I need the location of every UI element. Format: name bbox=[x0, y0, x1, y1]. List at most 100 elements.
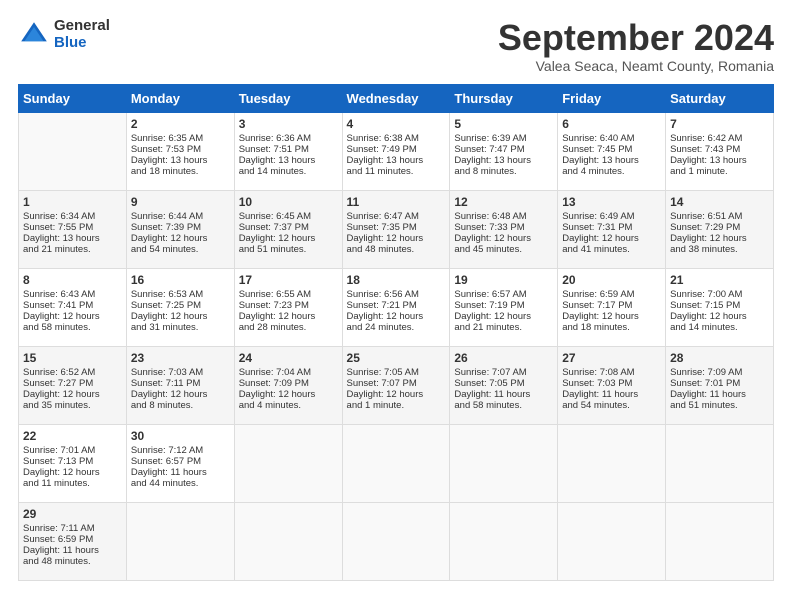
day-info: Sunrise: 7:12 AM bbox=[131, 445, 230, 456]
th-wednesday: Wednesday bbox=[342, 84, 450, 112]
day-info: Sunset: 7:49 PM bbox=[347, 144, 446, 155]
day-info: Sunset: 7:33 PM bbox=[454, 222, 553, 233]
table-row: 30Sunrise: 7:12 AMSunset: 6:57 PMDayligh… bbox=[126, 424, 234, 502]
table-row: 27Sunrise: 7:08 AMSunset: 7:03 PMDayligh… bbox=[558, 346, 666, 424]
th-friday: Friday bbox=[558, 84, 666, 112]
day-info: Daylight: 12 hours bbox=[670, 233, 769, 244]
day-info: and 8 minutes. bbox=[131, 400, 230, 411]
day-info: Sunset: 6:59 PM bbox=[23, 534, 122, 545]
day-number: 23 bbox=[131, 351, 230, 365]
day-info: Daylight: 11 hours bbox=[131, 467, 230, 478]
logo-general-text: General bbox=[54, 18, 110, 35]
day-info: Daylight: 12 hours bbox=[239, 311, 338, 322]
day-info: and 18 minutes. bbox=[131, 166, 230, 177]
day-info: Sunrise: 6:59 AM bbox=[562, 289, 661, 300]
table-row: 6Sunrise: 6:40 AMSunset: 7:45 PMDaylight… bbox=[558, 112, 666, 190]
day-number: 13 bbox=[562, 195, 661, 209]
day-info: Daylight: 12 hours bbox=[131, 233, 230, 244]
day-number: 8 bbox=[23, 273, 122, 287]
day-info: Daylight: 12 hours bbox=[670, 311, 769, 322]
day-number: 29 bbox=[23, 507, 122, 521]
day-info: and 31 minutes. bbox=[131, 322, 230, 333]
day-info: Sunrise: 7:07 AM bbox=[454, 367, 553, 378]
day-info: and 48 minutes. bbox=[23, 556, 122, 567]
table-row: 12Sunrise: 6:48 AMSunset: 7:33 PMDayligh… bbox=[450, 190, 558, 268]
th-sunday: Sunday bbox=[19, 84, 127, 112]
day-number: 2 bbox=[131, 117, 230, 131]
day-info: Sunrise: 6:42 AM bbox=[670, 133, 769, 144]
calendar-header: Sunday Monday Tuesday Wednesday Thursday… bbox=[19, 84, 774, 112]
day-info: Sunrise: 7:05 AM bbox=[347, 367, 446, 378]
table-row: 5Sunrise: 6:39 AMSunset: 7:47 PMDaylight… bbox=[450, 112, 558, 190]
day-info: Sunrise: 6:47 AM bbox=[347, 211, 446, 222]
day-number: 26 bbox=[454, 351, 553, 365]
calendar-row: 15Sunrise: 6:52 AMSunset: 7:27 PMDayligh… bbox=[19, 346, 774, 424]
day-info: Daylight: 13 hours bbox=[670, 155, 769, 166]
table-row: 3Sunrise: 6:36 AMSunset: 7:51 PMDaylight… bbox=[234, 112, 342, 190]
day-number: 7 bbox=[670, 117, 769, 131]
th-thursday: Thursday bbox=[450, 84, 558, 112]
header-row: Sunday Monday Tuesday Wednesday Thursday… bbox=[19, 84, 774, 112]
day-info: and 58 minutes. bbox=[23, 322, 122, 333]
header: General Blue September 2024 Valea Seaca,… bbox=[18, 18, 774, 74]
day-info: and 51 minutes. bbox=[239, 244, 338, 255]
day-info: Daylight: 12 hours bbox=[131, 389, 230, 400]
day-info: Sunset: 7:13 PM bbox=[23, 456, 122, 467]
calendar-row: 29Sunrise: 7:11 AMSunset: 6:59 PMDayligh… bbox=[19, 502, 774, 580]
day-info: and 21 minutes. bbox=[23, 244, 122, 255]
table-row: 1Sunrise: 6:34 AMSunset: 7:55 PMDaylight… bbox=[19, 190, 127, 268]
day-number: 24 bbox=[239, 351, 338, 365]
day-number: 14 bbox=[670, 195, 769, 209]
day-info: Sunset: 7:53 PM bbox=[131, 144, 230, 155]
day-info: Sunrise: 6:38 AM bbox=[347, 133, 446, 144]
day-info: Daylight: 12 hours bbox=[239, 389, 338, 400]
day-info: Daylight: 12 hours bbox=[562, 233, 661, 244]
table-row: 21 Sunrise: 7:00 AMSunset: 7:15 PMDayligh… bbox=[666, 268, 774, 346]
day-info: Sunset: 7:45 PM bbox=[562, 144, 661, 155]
day-info: and 4 minutes. bbox=[239, 400, 338, 411]
day-info: Sunrise: 7:08 AM bbox=[562, 367, 661, 378]
day-info: and 54 minutes. bbox=[562, 400, 661, 411]
logo-blue-text: Blue bbox=[54, 35, 110, 52]
day-info: Sunrise: 6:55 AM bbox=[239, 289, 338, 300]
table-row bbox=[666, 424, 774, 502]
day-info: Daylight: 13 hours bbox=[454, 155, 553, 166]
day-info: and 48 minutes. bbox=[347, 244, 446, 255]
day-number: 10 bbox=[239, 195, 338, 209]
day-number: 21 bbox=[670, 273, 769, 287]
day-info: Sunset: 7:47 PM bbox=[454, 144, 553, 155]
th-saturday: Saturday bbox=[666, 84, 774, 112]
day-info: Daylight: 13 hours bbox=[23, 233, 122, 244]
day-info: Sunrise: 6:36 AM bbox=[239, 133, 338, 144]
table-row: 7Sunrise: 6:42 AMSunset: 7:43 PMDaylight… bbox=[666, 112, 774, 190]
day-number: 9 bbox=[131, 195, 230, 209]
day-info: Sunset: 7:15 PM bbox=[670, 300, 769, 311]
day-info: Sunset: 7:41 PM bbox=[23, 300, 122, 311]
table-row: 16Sunrise: 6:53 AMSunset: 7:25 PMDayligh… bbox=[126, 268, 234, 346]
day-info: Sunrise: 7:00 AM bbox=[670, 289, 769, 300]
day-info: Daylight: 12 hours bbox=[347, 233, 446, 244]
day-info: and 1 minute. bbox=[347, 400, 446, 411]
day-info: Sunset: 7:37 PM bbox=[239, 222, 338, 233]
calendar-row: 22Sunrise: 7:01 AMSunset: 7:13 PMDayligh… bbox=[19, 424, 774, 502]
table-row: 15Sunrise: 6:52 AMSunset: 7:27 PMDayligh… bbox=[19, 346, 127, 424]
day-info: Sunset: 7:23 PM bbox=[239, 300, 338, 311]
day-info: and 18 minutes. bbox=[562, 322, 661, 333]
table-row bbox=[234, 424, 342, 502]
day-number: 19 bbox=[454, 273, 553, 287]
table-row bbox=[558, 424, 666, 502]
day-info: Sunset: 7:03 PM bbox=[562, 378, 661, 389]
table-row: 24Sunrise: 7:04 AMSunset: 7:09 PMDayligh… bbox=[234, 346, 342, 424]
day-info: Daylight: 11 hours bbox=[670, 389, 769, 400]
day-number: 11 bbox=[347, 195, 446, 209]
day-info: Daylight: 12 hours bbox=[347, 389, 446, 400]
day-info: Sunrise: 6:52 AM bbox=[23, 367, 122, 378]
day-info: Daylight: 12 hours bbox=[347, 311, 446, 322]
day-info: Daylight: 12 hours bbox=[454, 233, 553, 244]
logo: General Blue bbox=[18, 18, 110, 51]
day-info: Daylight: 13 hours bbox=[239, 155, 338, 166]
day-number: 12 bbox=[454, 195, 553, 209]
day-number: 22 bbox=[23, 429, 122, 443]
day-info: Sunrise: 6:43 AM bbox=[23, 289, 122, 300]
month-title: September 2024 bbox=[498, 18, 774, 58]
